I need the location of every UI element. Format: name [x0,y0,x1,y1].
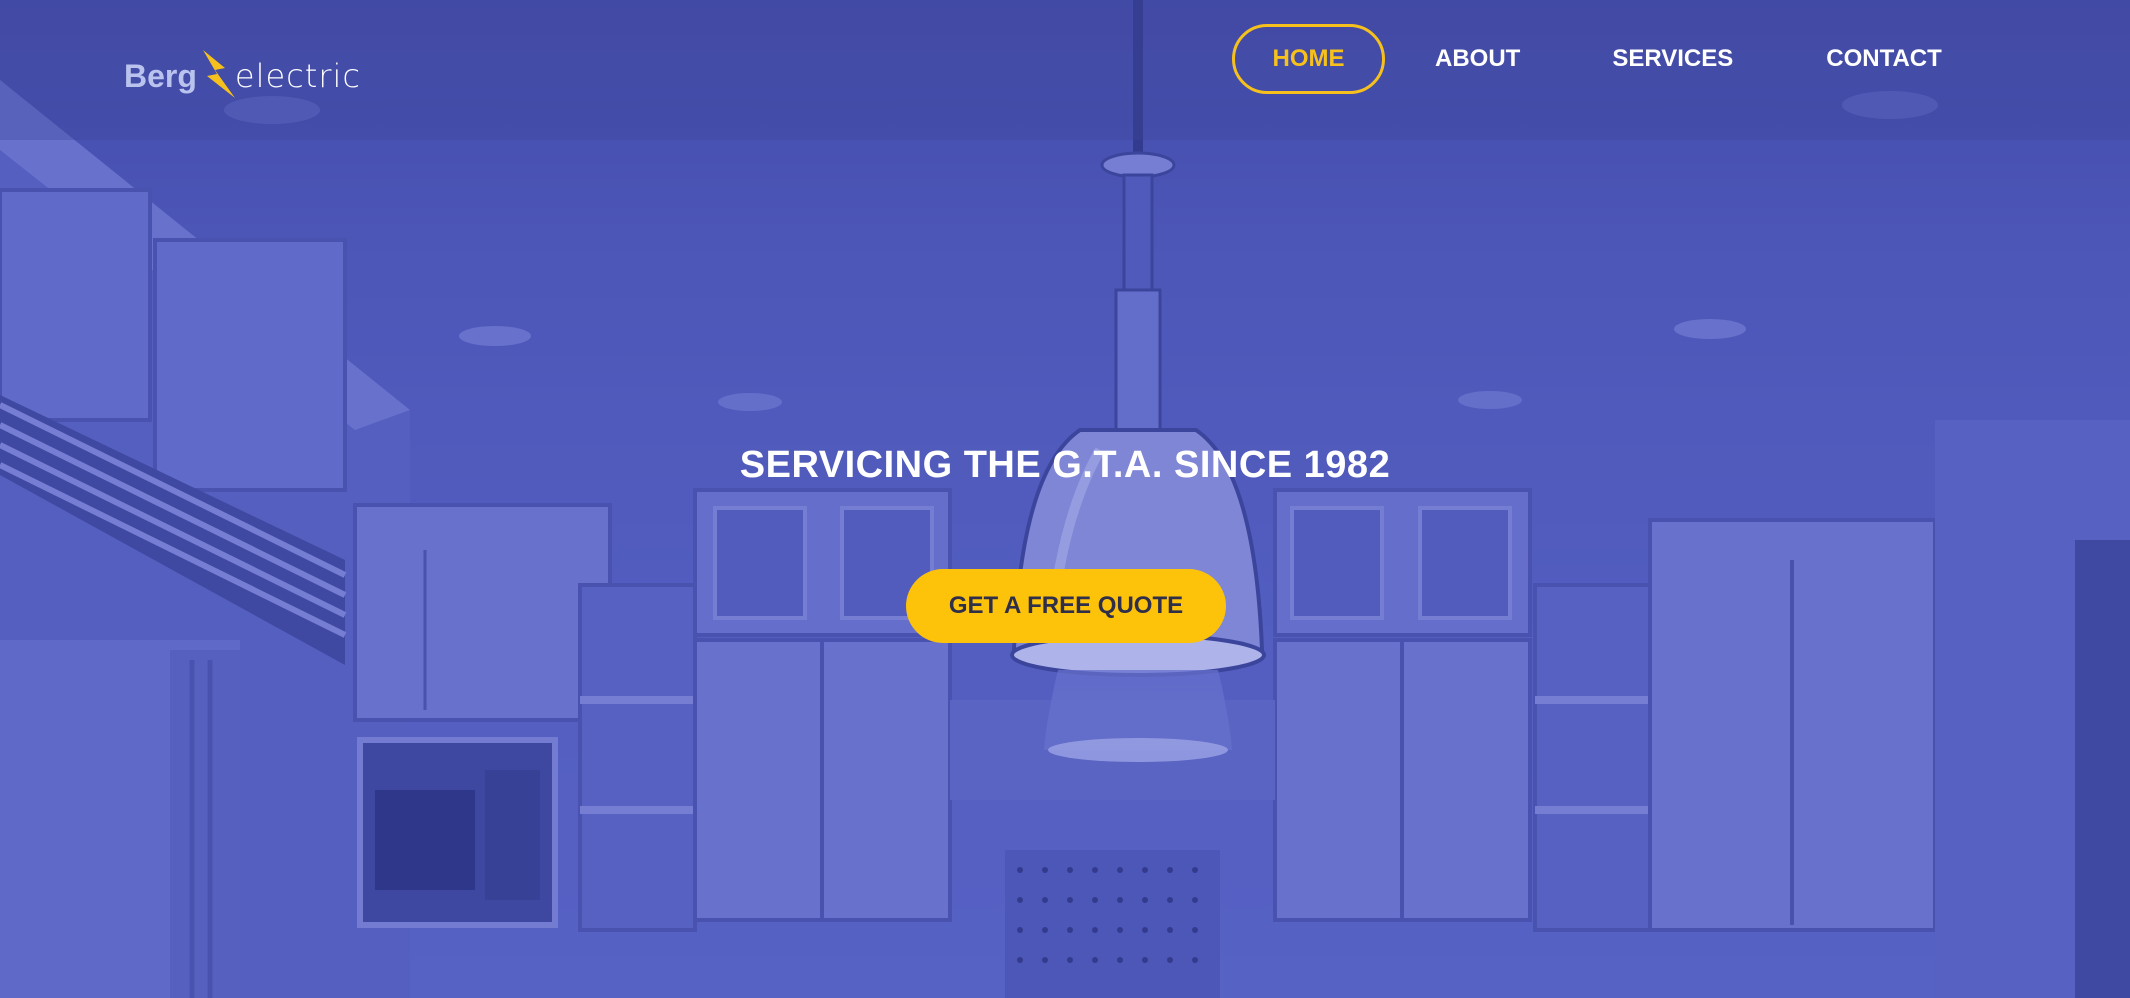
nav-contact-link[interactable]: CONTACT [1826,24,1942,94]
hero-section [0,0,2130,998]
site-logo[interactable]: Berg electric [124,48,361,104]
hero-tagline: SERVICING THE G.T.A. SINCE 1982 [739,444,1391,486]
color-overlay [0,0,2130,998]
nav-home-link[interactable]: HOME [1232,24,1385,94]
nav-services-link[interactable]: SERVICES [1612,24,1733,94]
main-navigation: HOME ABOUT SERVICES CONTACT [1232,24,1942,94]
lightning-bolt-icon [202,50,235,98]
get-free-quote-button[interactable]: GET A FREE QUOTE [906,569,1226,643]
logo-text-berg: Berg [124,57,197,94]
logo-text-electric: electric [234,57,361,95]
nav-about-link[interactable]: ABOUT [1435,24,1520,94]
